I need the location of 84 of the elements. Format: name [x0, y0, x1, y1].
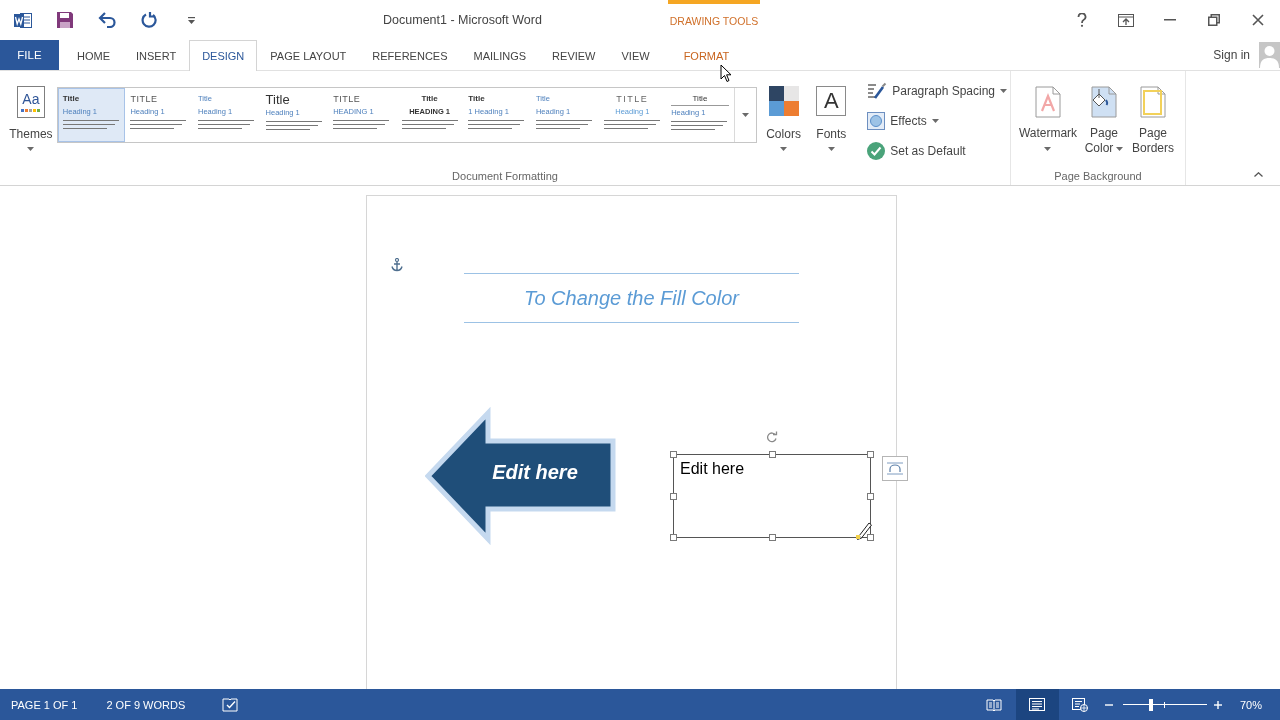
group-label: Page Background — [1054, 170, 1142, 182]
page-borders-icon — [1140, 86, 1166, 118]
ribbon-tab[interactable]: REVIEW — [539, 40, 609, 70]
slider-thumb[interactable] — [1148, 698, 1153, 711]
web-page-icon — [1072, 697, 1089, 712]
page-count[interactable]: PAGE 1 OF 1 — [11, 698, 78, 711]
group-label: Document Formatting — [452, 170, 558, 182]
resize-handle[interactable] — [670, 451, 677, 458]
pen-cursor-icon — [856, 521, 872, 540]
ribbon-tab[interactable]: VIEW — [608, 40, 663, 70]
undo-icon[interactable] — [98, 12, 116, 28]
help-icon[interactable] — [1077, 13, 1087, 27]
effects-icon — [867, 112, 886, 130]
caret-icon — [780, 147, 788, 151]
window-title: Document1 - Microsoft Word — [383, 13, 542, 27]
set-as-default-button[interactable]: Set as Default — [864, 139, 1010, 163]
minimize-icon[interactable] — [1164, 19, 1176, 21]
save-icon[interactable] — [56, 11, 74, 29]
paragraph-spacing-button[interactable]: Paragraph Spacing — [864, 79, 1010, 103]
resize-handle[interactable] — [867, 493, 874, 500]
color-scheme-icon — [768, 86, 799, 116]
proofing-icon[interactable] — [222, 697, 239, 712]
text-lines-icon — [468, 119, 525, 130]
zoom-in-icon[interactable] — [1213, 700, 1222, 709]
sign-in-link[interactable]: Sign in — [1213, 48, 1250, 62]
redo-icon[interactable] — [140, 11, 158, 29]
rotate-handle-icon[interactable] — [766, 431, 778, 443]
resize-handle[interactable] — [867, 451, 874, 458]
resize-handle[interactable] — [769, 534, 776, 541]
shape-text: Edit here — [492, 460, 578, 484]
word-logo-icon[interactable] — [14, 11, 32, 29]
watermark-icon — [1035, 86, 1061, 118]
text-lines-icon — [604, 119, 661, 130]
ribbon-tab[interactable]: HOME — [64, 40, 123, 70]
text-lines-icon — [198, 119, 254, 130]
zoom-level[interactable]: 70% — [1239, 698, 1262, 711]
text-lines-icon — [671, 120, 728, 131]
customize-icon[interactable] — [187, 16, 195, 24]
text-lines-icon — [265, 120, 322, 131]
caret-icon — [27, 147, 35, 151]
ribbon-tab[interactable]: MAILINGS — [460, 40, 540, 70]
page-color-button[interactable]: Page Color — [1080, 86, 1128, 156]
text-box[interactable]: Edit here — [673, 454, 871, 538]
document-heading: To Change the Fill Color — [524, 286, 739, 310]
themes-button[interactable]: Aa Themes — [8, 86, 54, 151]
watermark-button[interactable]: Watermark — [1018, 86, 1078, 156]
ribbon-tab[interactable]: INSERT — [123, 40, 190, 70]
ribbon-tab[interactable]: PAGE LAYOUT — [257, 40, 360, 70]
ribbon-display-icon[interactable] — [1118, 13, 1134, 27]
colors-button[interactable]: Colors — [762, 86, 805, 151]
caret-icon — [827, 147, 835, 151]
anchor-icon — [391, 258, 403, 272]
fonts-button[interactable]: A Fonts — [810, 86, 853, 151]
text-lines-icon — [535, 119, 592, 130]
caret-icon — [741, 113, 749, 117]
pointer-cursor-icon — [720, 64, 732, 83]
color-dots-icon — [20, 109, 41, 112]
text-lines-icon — [333, 119, 390, 130]
effects-button[interactable]: Effects — [864, 109, 1010, 133]
context-tab-group-label: DRAWING TOOLS — [669, 15, 759, 27]
resize-handle[interactable] — [670, 534, 677, 541]
arrow-shape[interactable] — [425, 407, 617, 545]
text-lines-icon — [130, 119, 187, 130]
collapse-ribbon-icon[interactable] — [1254, 172, 1263, 177]
close-icon[interactable] — [1252, 14, 1264, 26]
ribbon-tab[interactable]: DESIGN — [189, 40, 258, 71]
paragraph-spacing-icon — [867, 82, 888, 100]
page-color-icon — [1091, 86, 1117, 118]
text-box-text: Edit here — [680, 460, 745, 477]
word-count[interactable]: 2 OF 9 WORDS — [106, 698, 186, 711]
book-icon — [986, 698, 1003, 711]
file-tab[interactable]: FILE — [0, 40, 59, 70]
ribbon-tab[interactable]: REFERENCES — [359, 40, 461, 70]
page-borders-button[interactable]: Page Borders — [1130, 86, 1176, 156]
text-lines-icon — [401, 119, 458, 130]
text-lines-icon — [62, 119, 119, 130]
resize-handle[interactable] — [670, 493, 677, 500]
checkmark-icon — [867, 142, 886, 160]
resize-handle[interactable] — [769, 451, 776, 458]
print-layout-button[interactable] — [1015, 689, 1059, 720]
resize-handle[interactable] — [867, 534, 874, 541]
page-layout-icon — [1029, 698, 1046, 711]
restore-icon[interactable] — [1208, 14, 1220, 26]
ribbon-tab[interactable]: FORMAT — [662, 40, 751, 70]
